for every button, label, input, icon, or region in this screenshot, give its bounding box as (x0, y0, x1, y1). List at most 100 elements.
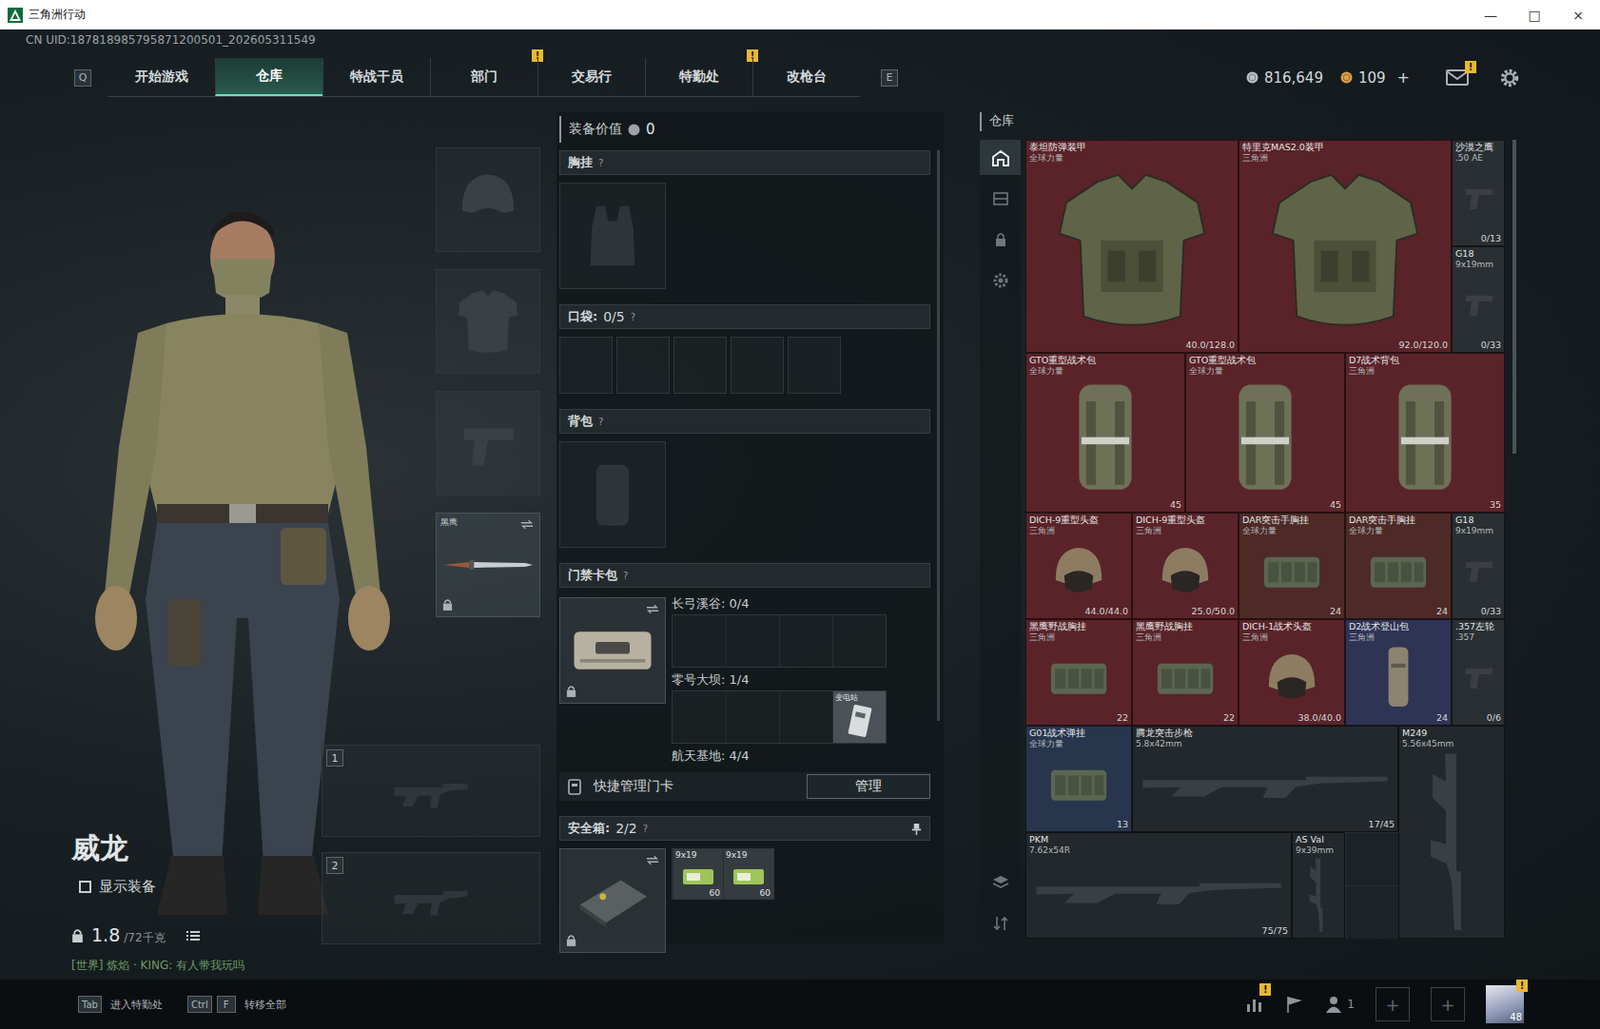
squad-button[interactable]: 1 (1324, 995, 1355, 1015)
weapon-slot[interactable]: 1 (321, 744, 541, 838)
help-button[interactable]: ? (598, 157, 604, 169)
prev-tab-key[interactable]: Q (74, 69, 92, 87)
stash-item[interactable]: 沙漠之鹰 .50 AE 0/13 (1451, 139, 1505, 247)
swap-icon[interactable] (520, 519, 534, 530)
stash-tool[interactable] (979, 139, 1021, 176)
stash-item[interactable]: DICH-1战术头盔 三角洲 38.0/40.0 (1238, 619, 1346, 726)
stash-item[interactable]: 黑鹰野战胸挂 三角洲 22 (1025, 619, 1132, 726)
next-tab-key[interactable]: E (880, 69, 898, 87)
nav-tab[interactable]: 部门 ! (429, 58, 538, 97)
nav-tab[interactable]: 特勤处 ! (644, 58, 753, 97)
invite-slot-button[interactable]: + (1375, 987, 1410, 1022)
equipment-slot[interactable]: 黑鹰 (435, 512, 541, 618)
settings-gear-icon[interactable] (1499, 67, 1521, 89)
stats-button[interactable]: ! (1244, 995, 1264, 1015)
list-icon[interactable] (186, 930, 200, 942)
stash-item[interactable]: 腾龙突击步枪 5.8x42mm 17/45 (1131, 725, 1399, 833)
equipment-slot[interactable] (435, 269, 541, 374)
shortcut[interactable]: Tab 进入特勤处 (78, 995, 163, 1014)
keycard-slot[interactable] (779, 691, 833, 743)
pocket-slot[interactable] (730, 336, 784, 394)
keycard-slot[interactable] (725, 615, 780, 667)
help-button[interactable]: ? (623, 570, 628, 582)
stash-tool[interactable] (979, 221, 1021, 257)
keycard-slot[interactable] (725, 691, 780, 743)
stash-item[interactable]: AS Val 9x39mm (1291, 832, 1346, 939)
nav-tab[interactable]: 交易行 (537, 58, 645, 97)
show-equipment-toggle[interactable]: 显示装备 (78, 878, 322, 897)
window-control-button[interactable]: □ (1512, 0, 1557, 30)
keycard-slot[interactable] (779, 615, 833, 667)
stash-item[interactable]: GTO重型战术包 全球力量 45 (1025, 352, 1186, 513)
stash-item[interactable]: DICH-9重型头盔 三角洲 44.0/44.0 (1025, 512, 1132, 620)
section-title: 背包 (567, 412, 593, 430)
nav-tab[interactable]: 仓库 (214, 58, 323, 97)
window-title: 三角洲行动 (28, 6, 86, 23)
shortcut[interactable]: CtrlF 转移全部 (187, 995, 287, 1014)
nav-tab[interactable]: 开始游戏 (107, 58, 215, 97)
weapon-slot[interactable]: 2 (321, 852, 541, 945)
player-avatar[interactable]: ! 48 (1485, 985, 1524, 1024)
stash-item[interactable]: DAR突击手胸挂 全球力量 24 (1238, 512, 1346, 620)
keycard-slot[interactable] (672, 691, 726, 743)
pocket-slot[interactable] (616, 336, 670, 394)
stash-item[interactable]: G18 9x19mm 0/33 (1451, 512, 1505, 620)
stash-tool[interactable] (979, 262, 1021, 298)
stash-item[interactable]: .357左轮 .357 0/6 (1451, 619, 1505, 726)
window-control-button[interactable]: × (1556, 0, 1600, 30)
stash-item[interactable]: 黑鹰野战胸挂 三角洲 22 (1131, 619, 1239, 726)
stash-item[interactable]: PKM 7.62x54R 75/75 (1025, 832, 1292, 939)
add-currency-button[interactable]: + (1397, 68, 1410, 87)
manage-button[interactable]: 管理 (806, 774, 931, 800)
equipment-value-label: 装备价值 (568, 120, 623, 138)
stash-item[interactable]: GTO重型战术包 全球力量 45 (1185, 352, 1346, 513)
loadout-scrollbar[interactable] (936, 150, 940, 722)
swap-icon[interactable] (645, 604, 660, 615)
chest-rig-slot[interactable] (559, 182, 666, 290)
stash-item[interactable]: D7战术背包 三角洲 35 (1345, 352, 1505, 513)
mail-button[interactable]: ! (1445, 68, 1471, 88)
stash-bottom-tool[interactable] (979, 864, 1021, 900)
stash-bottom-tool[interactable] (979, 905, 1021, 941)
item-reading: 24 (1329, 605, 1342, 617)
pocket-slot[interactable] (787, 336, 841, 394)
stash-scrollbar[interactable] (1512, 139, 1517, 454)
armor-icon (1031, 164, 1233, 337)
equipment-slot[interactable] (435, 147, 541, 253)
armor-icon (1244, 164, 1446, 337)
help-button[interactable]: ? (630, 312, 636, 323)
stash-item[interactable]: D2战术登山包 三角洲 24 (1345, 619, 1452, 726)
checkbox[interactable] (78, 880, 92, 894)
window-control-button[interactable]: — (1468, 0, 1513, 30)
swap-icon[interactable] (645, 855, 660, 866)
stash-item[interactable]: DICH-9重型头盔 三角洲 25.0/50.0 (1131, 512, 1239, 620)
backpack-slot[interactable] (559, 441, 666, 548)
stash-item[interactable]: 特里克MAS2.0装甲 三角洲 92.0/120.0 (1238, 139, 1452, 353)
stash-item[interactable]: DAR突击手胸挂 全球力量 24 (1345, 512, 1452, 620)
nav-tab[interactable]: 改枪台 (752, 58, 860, 97)
keycard-slot[interactable] (832, 615, 886, 667)
ammo-item[interactable]: 9x19 60 (672, 849, 723, 899)
keycard-slot[interactable] (672, 615, 726, 667)
stash-item[interactable]: G18 9x19mm 0/33 (1451, 246, 1505, 353)
ammo-item[interactable]: 9x19 60 (722, 849, 774, 899)
stash-item[interactable]: G01战术弹挂 全球力量 13 (1025, 725, 1132, 833)
flag-button[interactable] (1284, 995, 1304, 1015)
pistol-icon (1457, 643, 1500, 710)
pin-icon[interactable] (911, 822, 922, 836)
help-button[interactable]: ? (643, 823, 648, 835)
social-bar: ! 1 + + ! 48 (1244, 985, 1524, 1024)
help-button[interactable]: ? (598, 416, 604, 428)
invite-slot-button[interactable]: + (1430, 987, 1465, 1022)
equipment-slot[interactable] (435, 390, 541, 496)
ammo-caliber: 9x19 (725, 850, 748, 860)
pocket-slot[interactable] (673, 336, 727, 394)
pocket-slot[interactable] (559, 336, 613, 394)
stash-tool[interactable] (979, 180, 1021, 216)
safebox-slot[interactable] (559, 848, 666, 954)
keycard-slot[interactable]: 变电站 (832, 691, 886, 743)
stash-item[interactable]: M249 5.56x45mm (1398, 725, 1505, 939)
keycard-case-slot[interactable] (559, 597, 666, 704)
stash-item[interactable]: 泰坦防弹装甲 全球力量 40.0/128.0 (1025, 139, 1239, 353)
nav-tab[interactable]: 特战干员 (322, 58, 430, 97)
